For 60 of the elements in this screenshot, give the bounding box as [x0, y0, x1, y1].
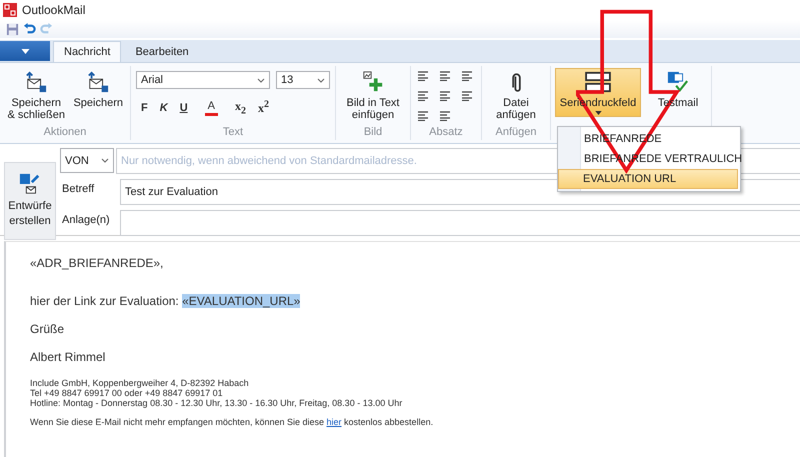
insert-image-button[interactable]: Bild in Text einfügen — [340, 68, 406, 124]
group-label: Absatz — [429, 126, 463, 140]
format-button[interactable]: A — [204, 99, 218, 116]
group-label: Bild — [364, 126, 382, 140]
dropdown-icon — [594, 111, 602, 115]
body-text: «ADR_BRIEFANREDE», — [30, 256, 164, 270]
image-plus-icon — [362, 71, 384, 93]
app-logo-icon — [3, 3, 17, 17]
field-label: Anlage(n) — [61, 213, 111, 226]
chevron-icon — [101, 158, 109, 163]
paragraph-format-icon[interactable] — [439, 71, 451, 81]
merge-field: «EVALUATION_URL» — [182, 294, 300, 308]
format-button[interactable]: x$_{2}$ — [232, 99, 249, 116]
save-button[interactable]: Speichern & schließen — [4, 68, 68, 124]
chevron-icon — [257, 78, 265, 82]
dropdown-icon — [20, 48, 30, 54]
attachments-field[interactable] — [120, 210, 800, 236]
from-dropdown[interactable]: VON — [60, 148, 114, 173]
paragraph-format-icon[interactable] — [417, 71, 429, 81]
body-text: hier der Link zur Evaluation: — [30, 294, 179, 308]
body-text: Grüße — [30, 322, 66, 336]
signature-line: Hotline: Montag - Donnerstag 08.30 - 12.30 Uhr, 13.30 - 16.30 Uhr, Freitag, 08.30 - 13.00 Uhr — [30, 398, 404, 408]
unsubscribe-link[interactable]: hier — [326, 417, 342, 427]
signature-line: Tel +49 8847 69917 00 oder +49 8847 69917 01 — [30, 388, 224, 398]
undo-icon[interactable] — [23, 22, 36, 36]
form-fields-icon — [584, 71, 612, 93]
paragraph-format-icon[interactable] — [439, 111, 451, 121]
window-title: OutlookMail — [22, 3, 86, 17]
ribbon-tab[interactable]: Bearbeiten — [124, 41, 200, 62]
paragraph-format-icon[interactable] — [461, 91, 473, 101]
paragraph-format-icon[interactable] — [439, 91, 451, 101]
size-dropdown[interactable]: 13 — [276, 71, 330, 89]
format-button[interactable]: x$^{2}$ — [254, 99, 272, 116]
paperclip-icon — [512, 72, 520, 92]
paragraph-format-icon[interactable] — [461, 71, 473, 81]
paragraph-format-icon[interactable] — [417, 91, 429, 101]
group-label: Aktionen — [44, 126, 86, 140]
chevron-icon — [317, 78, 325, 82]
paragraph-format-icon[interactable] — [417, 111, 429, 121]
menu-item[interactable]: EVALUATION URL — [558, 169, 738, 189]
format-button[interactable]: F — [138, 99, 151, 116]
body-text: Albert Rimmel — [30, 350, 106, 364]
mail-edit-icon — [19, 173, 41, 195]
attach-file-button[interactable]: Datei anfügen — [486, 68, 546, 124]
font-dropdown[interactable]: Arial — [136, 71, 270, 89]
format-button[interactable]: K — [156, 99, 171, 116]
envelope-icon — [87, 71, 110, 93]
create-drafts-button[interactable]: Entwürfe erstellen — [4, 162, 56, 240]
field-label: Betreff — [61, 182, 96, 195]
unsubscribe-text: Wenn Sie diese E-Mail nicht mehr empfangen möchten, können Sie diese hier kostenlos abbestellen. — [30, 417, 434, 427]
save-button[interactable]: Speichern — [70, 68, 126, 112]
save-icon[interactable] — [6, 22, 19, 36]
ribbon-tab[interactable]: Nachricht — [53, 41, 122, 62]
envelope-icon — [25, 71, 48, 93]
group-label: Text — [222, 126, 244, 140]
file-menu-button[interactable] — [0, 41, 50, 61]
signature-line: Include GmbH, Koppenbergweiher 4, D-82392 Habach — [30, 378, 250, 388]
format-button[interactable]: U — [176, 99, 191, 116]
mail-check-icon — [667, 71, 689, 93]
group-label: Anfügen — [496, 126, 536, 140]
